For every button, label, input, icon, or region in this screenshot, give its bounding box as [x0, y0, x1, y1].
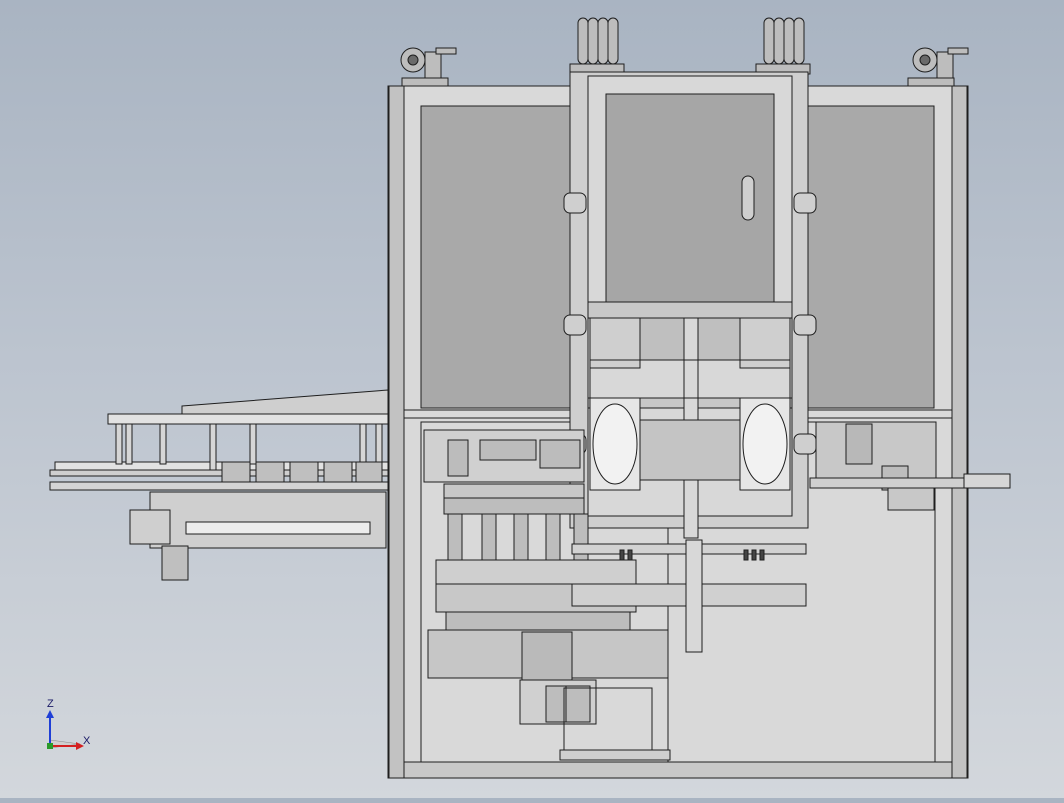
axis-x-label: X — [83, 735, 91, 747]
caster-left — [400, 47, 457, 87]
left-conveyor-clamps — [221, 461, 383, 483]
axis-triad: Z X — [38, 698, 98, 758]
caster-center-left — [569, 17, 625, 75]
left-conveyor — [49, 389, 389, 581]
caster-center-right — [755, 17, 811, 75]
cad-viewport[interactable] — [0, 0, 1064, 798]
left-mechanism — [423, 429, 585, 515]
machine-assembly-drawing — [46, 17, 1011, 779]
axis-z-label: Z — [47, 698, 54, 710]
caster-right — [907, 47, 969, 87]
